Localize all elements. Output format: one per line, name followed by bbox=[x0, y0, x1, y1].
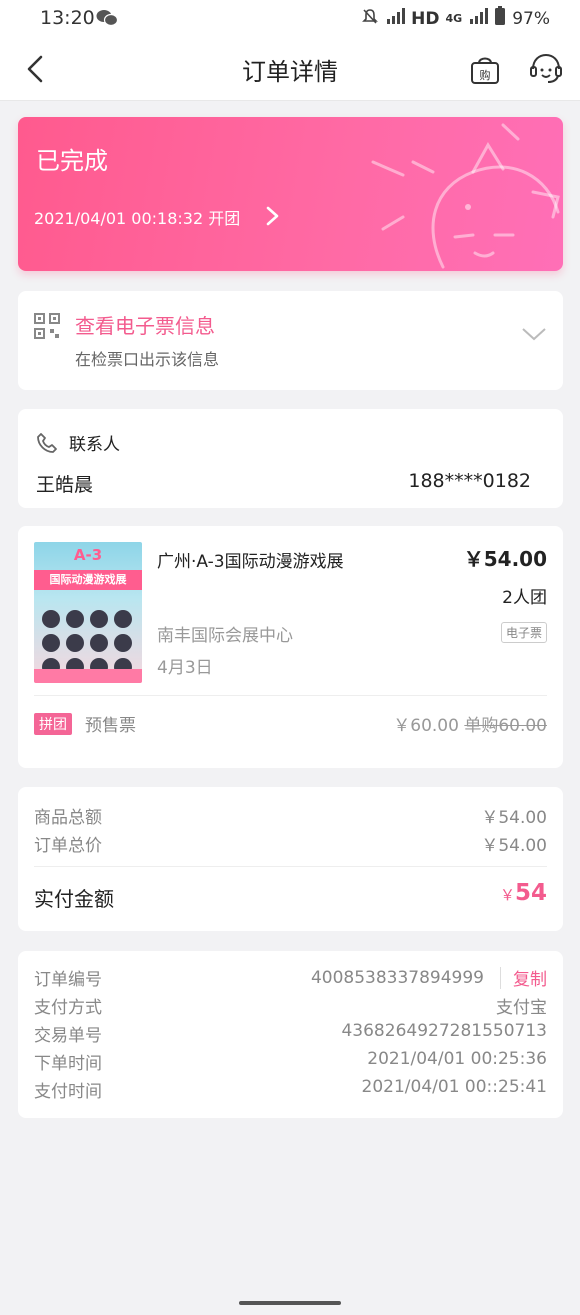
group-size: 2人团 bbox=[502, 588, 547, 608]
order-no-row: 订单编号 4008538337894999 复制 bbox=[34, 965, 547, 990]
order-time-label: 下单时间 bbox=[34, 1054, 102, 1074]
goods-total-value: ￥54.00 bbox=[481, 808, 547, 828]
poster-title: A-3 bbox=[73, 546, 103, 564]
divider bbox=[34, 695, 547, 696]
status-indicators: HD 4G 97% bbox=[361, 6, 550, 31]
single-buy-price: 单购60.00 bbox=[464, 716, 547, 736]
order-no-value: 4008538337894999 bbox=[310, 967, 484, 988]
group-start-time[interactable]: 2021/04/01 00:18:32 开团 bbox=[34, 205, 240, 229]
order-no-label: 订单编号 bbox=[34, 970, 102, 990]
network-type: 4G bbox=[445, 12, 463, 25]
chevron-down-icon[interactable] bbox=[521, 326, 547, 346]
order-time-value: 2021/04/01 00:25:36 bbox=[367, 1049, 547, 1069]
svg-text:购: 购 bbox=[480, 68, 491, 82]
eticket-subtitle: 在检票口出示该信息 bbox=[75, 350, 220, 369]
paid-amount-label: 实付金额 bbox=[34, 887, 114, 911]
shopping-bag-icon[interactable]: 购 bbox=[468, 52, 502, 90]
contact-name: 王皓晨 bbox=[36, 474, 94, 496]
status-bar: 13:20 HD 4G 97% bbox=[0, 0, 580, 36]
presale-label: 预售票 bbox=[85, 716, 136, 736]
product-price: ￥54.00 bbox=[463, 547, 547, 571]
group-buy-badge: 拼团 bbox=[34, 713, 72, 735]
trade-no-label: 交易单号 bbox=[34, 1026, 102, 1046]
order-info-card: 订单编号 4008538337894999 复制 支付方式 支付宝 交易单号 4… bbox=[18, 951, 563, 1118]
order-total-value: ￥54.00 bbox=[481, 836, 547, 856]
order-total-row: 订单总价 ￥54.00 bbox=[34, 831, 547, 856]
order-status-card: 已完成 2021/04/01 00:18:32 开团 bbox=[18, 117, 563, 271]
goods-total-label: 商品总额 bbox=[34, 808, 102, 828]
network-label: HD bbox=[411, 8, 440, 29]
venue: 南丰国际会展中心 bbox=[157, 626, 293, 646]
event-date: 4月3日 bbox=[157, 658, 213, 678]
order-status: 已完成 bbox=[36, 147, 108, 175]
pay-time-value: 2021/04/01 00::25:41 bbox=[361, 1077, 547, 1097]
trade-no-row: 交易单号 4368264927281550713 bbox=[34, 1021, 547, 1046]
qr-code-icon bbox=[34, 313, 60, 343]
battery-level: 97% bbox=[512, 8, 550, 29]
chevron-right-icon[interactable] bbox=[262, 205, 284, 231]
paid-currency: ￥ bbox=[499, 886, 515, 904]
signal-icon-2 bbox=[468, 7, 489, 30]
eticket-card[interactable]: 查看电子票信息 在检票口出示该信息 bbox=[18, 291, 563, 390]
phone-icon bbox=[36, 432, 58, 458]
paid-amount: ￥54 bbox=[500, 880, 547, 906]
totals-card: 商品总额 ￥54.00 订单总价 ￥54.00 实付金额 ￥54 bbox=[18, 787, 563, 931]
product-card[interactable]: A-3 国际动漫游戏展 广州·A-3国际动漫游戏展 ￥54.00 2人团 南丰国… bbox=[18, 526, 563, 768]
product-name: 广州·A-3国际动漫游戏展 bbox=[157, 552, 344, 572]
mascot-illustration bbox=[363, 117, 563, 271]
pay-time-label: 支付时间 bbox=[34, 1082, 102, 1102]
copy-button[interactable]: 复制 bbox=[513, 965, 547, 990]
eticket-badge: 电子票 bbox=[500, 622, 547, 643]
status-time: 13:20 bbox=[40, 7, 95, 29]
contact-phone: 188****0182 bbox=[408, 470, 531, 492]
goods-total-row: 商品总额 ￥54.00 bbox=[34, 803, 547, 828]
original-price: ￥60.00 单购60.00 bbox=[393, 711, 547, 736]
poster-guest-grid bbox=[42, 610, 132, 676]
order-time-row: 下单时间 2021/04/01 00:25:36 bbox=[34, 1049, 547, 1074]
navbar: 订单详情 购 bbox=[0, 36, 580, 101]
mute-icon bbox=[361, 7, 379, 30]
contact-label: 联系人 bbox=[69, 435, 120, 455]
battery-icon bbox=[494, 6, 506, 31]
pay-time-row: 支付时间 2021/04/01 00::25:41 bbox=[34, 1077, 547, 1102]
event-poster[interactable]: A-3 国际动漫游戏展 bbox=[34, 542, 142, 683]
eticket-title: 查看电子票信息 bbox=[75, 314, 215, 338]
divider bbox=[34, 866, 547, 867]
pay-method-value: 支付宝 bbox=[496, 998, 547, 1018]
order-total-label: 订单总价 bbox=[34, 836, 102, 856]
paid-amount-value: 54 bbox=[514, 880, 547, 906]
divider bbox=[500, 966, 501, 989]
original-price-value: ￥60.00 bbox=[393, 716, 459, 736]
pay-method-label: 支付方式 bbox=[34, 998, 102, 1018]
customer-service-icon[interactable] bbox=[528, 52, 564, 90]
pay-method-row: 支付方式 支付宝 bbox=[34, 993, 547, 1018]
poster-banner: 国际动漫游戏展 bbox=[34, 570, 142, 590]
contact-card: 联系人 王皓晨 188****0182 bbox=[18, 409, 563, 508]
home-indicator[interactable] bbox=[239, 1301, 341, 1305]
wechat-icon bbox=[96, 9, 119, 31]
signal-icon-1 bbox=[385, 7, 406, 30]
trade-no-value: 4368264927281550713 bbox=[341, 1021, 547, 1041]
